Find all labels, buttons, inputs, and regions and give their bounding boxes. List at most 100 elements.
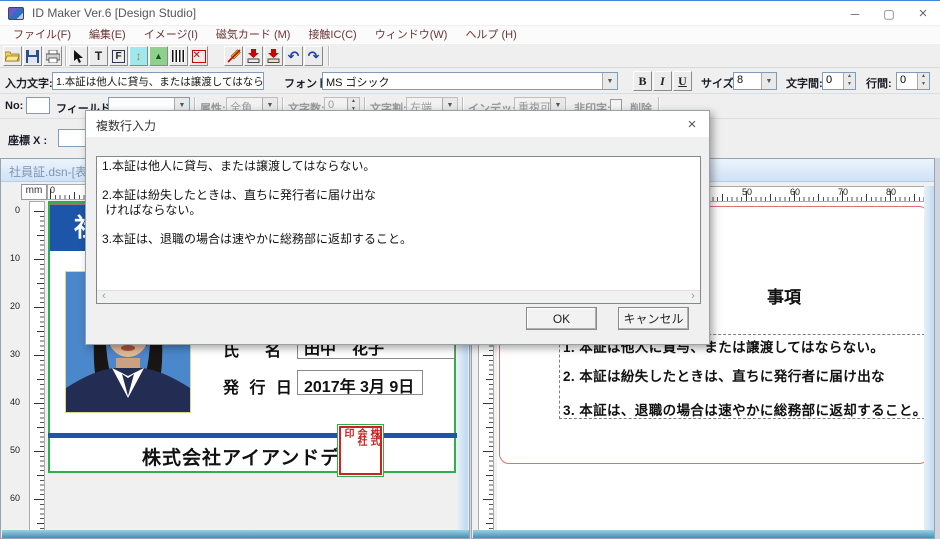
menu-magnetic-card[interactable]: 磁気カード (M)	[207, 25, 300, 44]
text-tool-button[interactable]: T	[89, 46, 108, 66]
line-spacing-value: 0	[897, 73, 917, 89]
menu-image[interactable]: イメージ(I)	[135, 25, 207, 44]
input-text-field[interactable]: 1.本証は他人に貸与、または譲渡してはならない。	[52, 72, 264, 90]
cursor-arrow-icon	[73, 50, 84, 63]
card-divider-line[interactable]	[48, 433, 460, 438]
import-all-button[interactable]	[264, 46, 283, 66]
barcode-icon	[172, 50, 185, 62]
text-tool-icon: T	[95, 49, 102, 63]
dialog-title: 複数行入力	[96, 117, 156, 134]
size-label: サイズ:	[701, 75, 737, 91]
arrow-into-text-icon	[247, 49, 260, 63]
underline-icon: U	[678, 74, 687, 89]
multiline-text-area[interactable]: 1.本証は他人に貸与、または譲渡してはならない。 2.本証は紛失したときは、直ち…	[97, 157, 700, 290]
delete-x-icon: ✕	[192, 50, 206, 63]
spin-down-icon[interactable]: ▼	[844, 81, 855, 89]
import-field-button[interactable]	[244, 46, 263, 66]
issue-date-label-object[interactable]: 発 行 日	[223, 374, 295, 398]
rule-line-3[interactable]: 3. 本証は、退職の場合は速やかに総務部に返却すること。	[563, 399, 927, 419]
cancel-button[interactable]: キャンセル	[618, 307, 689, 330]
bold-icon: B	[638, 74, 646, 89]
field-tool-icon: F	[112, 50, 124, 63]
updown-tool-button[interactable]: ↕	[129, 46, 148, 66]
updown-arrows-icon: ↕	[136, 49, 142, 63]
spin-up-icon[interactable]: ▲	[844, 73, 855, 81]
menu-window[interactable]: ウィンドウ(W)	[366, 25, 457, 44]
minimize-icon: ─	[851, 7, 860, 21]
chevron-down-icon[interactable]: ▼	[761, 73, 776, 89]
char-spacing-spinner[interactable]: 0 ▲▼	[822, 72, 856, 90]
underline-button[interactable]: U	[673, 71, 692, 91]
font-value: MS ゴシック	[323, 73, 602, 89]
pen-slash-icon	[227, 49, 241, 63]
scroll-left-icon[interactable]: ‹	[97, 291, 111, 303]
pen-edit-button[interactable]	[224, 46, 243, 66]
field-tool-button[interactable]: F	[109, 46, 128, 66]
maximize-icon: ▢	[883, 7, 894, 21]
delete-object-button[interactable]: ✕	[189, 46, 208, 66]
toolbar-separator	[328, 46, 330, 66]
dialog-titlebar[interactable]: 複数行入力 ×	[86, 111, 709, 137]
textarea-horizontal-scrollbar[interactable]: ‹ ›	[97, 290, 700, 303]
redo-button[interactable]: ↷	[304, 46, 323, 66]
size-value: 8	[734, 73, 761, 89]
title-bar: ID Maker Ver.6 [Design Studio] ─ ▢ ×	[0, 0, 940, 25]
bold-button[interactable]: B	[633, 71, 652, 91]
company-seal-stamp-object[interactable]: 株式 会社 印	[337, 424, 384, 477]
ruler-unit-box: mm	[21, 184, 47, 200]
coord-x-label: 座標 X :	[8, 132, 47, 148]
maximize-button[interactable]: ▢	[872, 1, 906, 26]
menu-contact-ic[interactable]: 接触IC(C)	[299, 25, 365, 44]
toolbar-separator	[65, 46, 67, 66]
notes-heading-object[interactable]: 事項	[767, 283, 801, 308]
mountain-image-icon: ▲	[154, 51, 163, 61]
image-tool-button[interactable]: ▲	[149, 46, 168, 66]
open-button[interactable]	[3, 46, 22, 66]
undo-button[interactable]: ↶	[284, 46, 303, 66]
input-text-label: 入力文字:	[5, 75, 53, 91]
char-spacing-value: 0	[823, 73, 843, 89]
close-icon: ×	[688, 116, 697, 133]
menu-file[interactable]: ファイル(F)	[4, 25, 80, 44]
left-horizontal-scrollbar[interactable]	[2, 530, 469, 538]
barcode-tool-button[interactable]	[169, 46, 188, 66]
undo-icon: ↶	[288, 48, 300, 65]
redo-icon: ↷	[308, 48, 320, 65]
application-window: ID Maker Ver.6 [Design Studio] ─ ▢ × ファイ…	[0, 0, 940, 539]
char-spacing-label: 文字間:	[786, 75, 823, 91]
no-label: No:	[5, 100, 23, 112]
scroll-right-icon[interactable]: ›	[686, 291, 700, 303]
no-field[interactable]	[26, 97, 50, 114]
rule-line-2[interactable]: 2. 本証は紛失したときは、直ちに発行者に届け出な	[563, 365, 885, 385]
select-tool-button[interactable]	[69, 46, 88, 66]
multiline-text-area-frame: 1.本証は他人に貸与、または譲渡してはならない。 2.本証は紛失したときは、直ち…	[96, 156, 701, 304]
spin-down-icon[interactable]: ▼	[918, 81, 929, 89]
left-vertical-ruler	[29, 201, 45, 531]
multiline-input-dialog: 複数行入力 × 1.本証は他人に貸与、または譲渡してはならない。 2.本証は紛失…	[85, 110, 710, 345]
italic-button[interactable]: I	[653, 71, 672, 91]
font-combobox[interactable]: MS ゴシック ▼	[322, 72, 618, 90]
main-toolbar: T F ↕ ▲ ✕ ↶ ↷	[0, 43, 940, 68]
minimize-button[interactable]: ─	[838, 1, 872, 26]
printer-icon	[46, 50, 60, 63]
menu-help[interactable]: ヘルプ (H)	[456, 25, 525, 44]
italic-icon: I	[660, 74, 665, 89]
size-combobox[interactable]: 8 ▼	[733, 72, 777, 90]
save-button[interactable]	[23, 46, 42, 66]
company-seal-stamp: 株式 会社 印	[339, 426, 382, 475]
company-name-object[interactable]: 株式会社アイアンドディ	[142, 443, 359, 470]
app-icon	[8, 7, 24, 20]
dialog-close-button[interactable]: ×	[677, 111, 707, 137]
spin-up-icon[interactable]: ▲	[918, 73, 929, 81]
menu-edit[interactable]: 編集(E)	[80, 25, 135, 44]
print-button[interactable]	[43, 46, 62, 66]
format-toolbar: 入力文字: 1.本証は他人に貸与、または譲渡してはならない。 フォント: MS …	[0, 68, 940, 94]
close-button[interactable]: ×	[906, 1, 940, 26]
issue-date-value-object[interactable]: 2017年 3月 9日	[297, 370, 423, 395]
chevron-down-icon[interactable]: ▼	[602, 73, 617, 89]
right-horizontal-scrollbar[interactable]	[473, 530, 934, 538]
right-vertical-scrollbar[interactable]	[924, 186, 935, 531]
window-title: ID Maker Ver.6 [Design Studio]	[32, 6, 196, 20]
ok-button[interactable]: OK	[526, 307, 597, 330]
line-spacing-spinner[interactable]: 0 ▲▼	[896, 72, 930, 90]
